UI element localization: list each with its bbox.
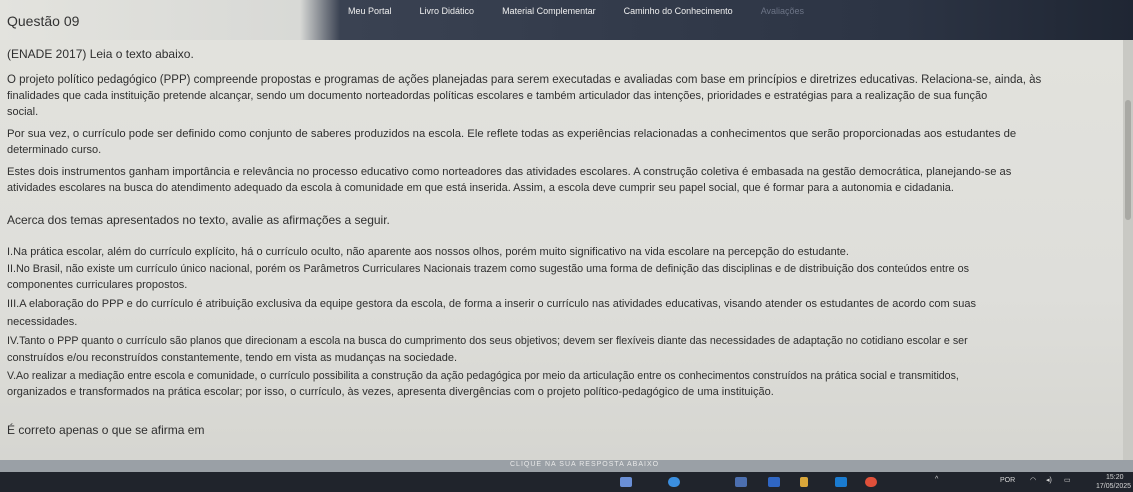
app-icon[interactable] — [800, 477, 808, 487]
statement-line: necessidades. — [7, 316, 78, 328]
statement-line: IV.Tanto o PPP quanto o currículo são pl… — [7, 335, 968, 347]
chrome-icon[interactable] — [865, 477, 877, 487]
text-line: Estes dois instrumentos ganham importânc… — [7, 166, 1012, 178]
text-line: Por sua vez, o currículo pode ser defini… — [7, 128, 1017, 140]
answer-bar: CLIQUE NA SUA RESPOSTA ABAIXO — [0, 460, 1133, 472]
question-closing: É correto apenas o que se afirma em — [7, 423, 205, 437]
volume-icon[interactable]: ◂) — [1046, 476, 1052, 484]
chevron-up-icon[interactable]: ^ — [935, 476, 938, 483]
language-indicator[interactable]: POR — [1000, 477, 1015, 484]
statement-line: V.Ao realizar a mediação entre escola e … — [7, 370, 959, 382]
nav-avaliacoes[interactable]: Avaliações — [761, 6, 804, 16]
clock-time[interactable]: 15:20 — [1106, 474, 1124, 481]
text-line: atividades escolares na busca do atendim… — [7, 182, 954, 194]
wifi-icon[interactable]: ◠ — [1030, 476, 1036, 484]
app-icon[interactable] — [835, 477, 847, 487]
text-line: determinado curso. — [7, 144, 102, 156]
statement-line: II.No Brasil, não existe um currículo ún… — [7, 263, 969, 275]
scrollbar-thumb[interactable] — [1125, 100, 1131, 220]
app-icon[interactable] — [768, 477, 780, 487]
scrollbar[interactable] — [1123, 40, 1133, 460]
text-line: finalidades que cada instituição pretend… — [7, 90, 988, 102]
statement-line: III.A elaboração do PPP e do currículo é… — [7, 298, 976, 310]
statement-line: organizados e transformados na prática e… — [7, 386, 774, 398]
answer-bar-label: CLIQUE NA SUA RESPOSTA ABAIXO — [510, 461, 660, 468]
clock-date[interactable]: 17/05/2025 — [1096, 483, 1131, 490]
question-title: Questão 09 — [7, 13, 80, 29]
taskbar: ^ POR ◠ ◂) ▭ 15:20 17/05/2025 — [0, 472, 1133, 492]
app-icon[interactable] — [735, 477, 747, 487]
main-nav: Meu Portal Livro Didático Material Compl… — [348, 6, 832, 16]
nav-livro-didatico[interactable]: Livro Didático — [420, 6, 475, 16]
statement-line: construídos e/ou reconstruídos constante… — [7, 352, 458, 364]
nav-meu-portal[interactable]: Meu Portal — [348, 6, 392, 16]
text-line: O projeto político pedagógico (PPP) comp… — [7, 74, 1042, 86]
statement-line: I.Na prática escolar, além do currículo … — [7, 246, 849, 258]
nav-caminho-do-conhecimento[interactable]: Caminho do Conhecimento — [624, 6, 733, 16]
question-source: (ENADE 2017) Leia o texto abaixo. — [7, 47, 194, 61]
nav-material-complementar[interactable]: Material Complementar — [502, 6, 596, 16]
app-icon[interactable] — [620, 477, 632, 487]
browser-icon[interactable] — [668, 477, 680, 487]
question-prompt: Acerca dos temas apresentados no texto, … — [7, 213, 390, 227]
text-line: social. — [7, 106, 39, 118]
statement-line: componentes curriculares propostos. — [7, 279, 188, 291]
battery-icon[interactable]: ▭ — [1064, 476, 1071, 484]
